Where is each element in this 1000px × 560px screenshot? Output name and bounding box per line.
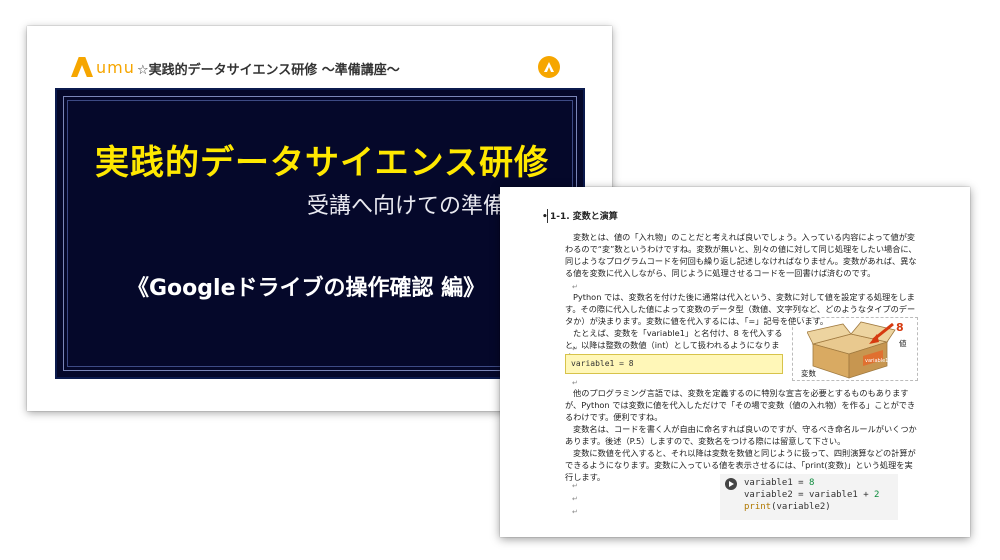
code-line-2: variable2 = variable1 + 2 xyxy=(744,490,880,500)
cardboard-box-icon: variable1 xyxy=(807,321,896,379)
paragraph-mark-icon: ↵ xyxy=(572,495,578,503)
main-title: 実践的データサイエンス研修 xyxy=(95,143,549,183)
variable-label: 変数 xyxy=(801,369,816,378)
text-cursor xyxy=(547,209,548,223)
value-label: 値 xyxy=(899,339,907,348)
box-value-number: 8 xyxy=(896,321,904,334)
variable-box-illustration: variable1 8 値 変数 xyxy=(792,317,918,381)
paragraph-4: 他のプログラミング言語では、変数を定義するのに特別な宣言を必要とするものもありま… xyxy=(565,388,916,422)
inline-code-box: variable1 = 8 xyxy=(565,354,783,374)
sub-title: 受講へ向けての準備 xyxy=(307,194,506,219)
code-cell: variable1 = 8 variable2 = variable1 + 2 … xyxy=(720,474,898,520)
code-line-3: print(variable2) xyxy=(744,502,831,512)
edition-title: 《Googleドライブの操作確認 編》 xyxy=(127,276,486,301)
paragraph-1: 変数とは、値の「入れ物」のことだと考えれば良いでしょう。入っている内容によって値… xyxy=(565,232,917,278)
run-cell-button[interactable] xyxy=(725,478,737,490)
section-title-text: 1-1. 変数と演算 xyxy=(550,212,618,222)
umu-logo: umu xyxy=(71,56,135,78)
paragraph-mark-icon: ↵ xyxy=(572,482,578,490)
code-line-1: variable1 = 8 xyxy=(744,478,815,488)
section-title: • 1-1. 変数と演算 xyxy=(542,209,618,223)
corner-logo-icon xyxy=(538,56,560,78)
logo-text: umu xyxy=(96,57,135,77)
document-page: • 1-1. 変数と演算 変数とは、値の「入れ物」のことだと考えれば良いでしょう… xyxy=(500,187,970,537)
paragraph-mark-icon: ↵ xyxy=(572,508,578,516)
slide-header-title: ☆実践的データサイエンス研修 ～準備講座～ xyxy=(137,63,400,78)
paragraph-5: 変数名は、コードを書く人が自由に命名すれば良いのですが、守るべき命名ルールがいく… xyxy=(565,424,917,446)
umu-logo-mark-icon xyxy=(71,57,93,77)
svg-text:variable1: variable1 xyxy=(865,358,888,364)
